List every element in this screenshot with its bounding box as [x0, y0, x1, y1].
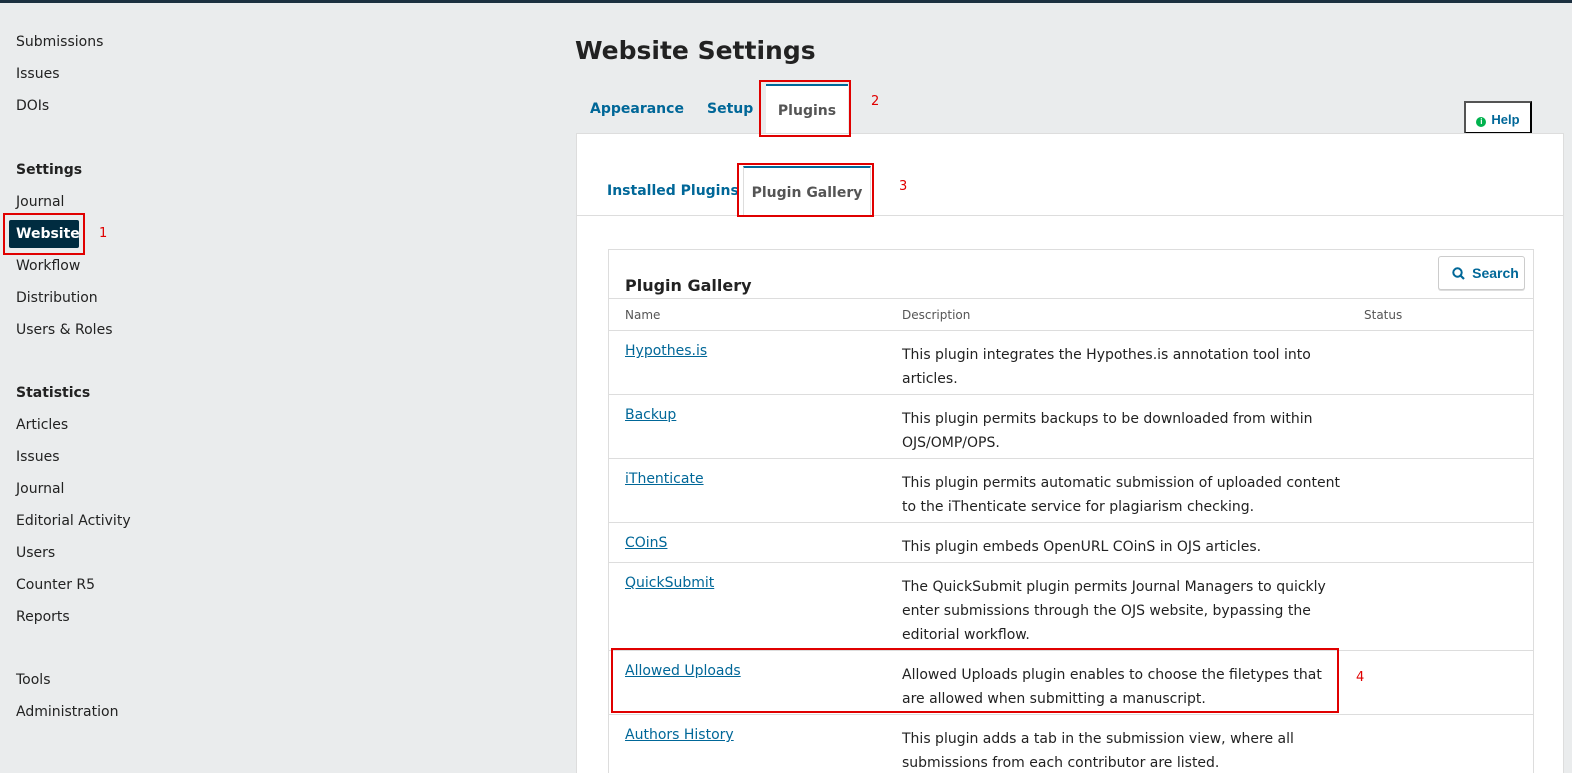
plugin-link[interactable]: iThenticate: [625, 471, 704, 487]
annotation-label-3: 3: [899, 179, 908, 194]
column-description: Description: [902, 308, 971, 322]
annotation-box-1: [3, 213, 85, 255]
sidebar-heading-statistics: Statistics: [16, 385, 91, 401]
plugin-description: This plugin embeds OpenURL COinS in OJS …: [902, 539, 1262, 555]
annotation-box-3: [737, 163, 874, 217]
sidebar-item-workflow[interactable]: Workflow: [16, 256, 80, 276]
sidebar-heading-settings: Settings: [16, 162, 83, 178]
plugin-link[interactable]: COinS: [625, 535, 667, 551]
sidebar-item-counter-r5[interactable]: Counter R5: [16, 575, 95, 595]
gallery-title: Plugin Gallery: [625, 276, 752, 295]
sidebar-item-issues[interactable]: Issues: [16, 64, 60, 84]
sidebar-item-submissions[interactable]: Submissions: [16, 32, 103, 52]
plugin-description: The QuickSubmit plugin permits Journal M…: [902, 579, 1326, 643]
search-icon: [1452, 267, 1465, 280]
sidebar-item-stats-journal[interactable]: Journal: [16, 479, 64, 499]
table-row: Authors History This plugin adds a tab i…: [609, 715, 1533, 773]
sidebar-item-users[interactable]: Users: [16, 543, 55, 563]
annotation-label-4: 4: [1356, 670, 1365, 685]
sidebar-item-tools[interactable]: Tools: [16, 670, 51, 690]
sidebar-item-editorial-activity[interactable]: Editorial Activity: [16, 511, 131, 531]
table-row: iThenticate This plugin permits automati…: [609, 459, 1533, 523]
plugin-link[interactable]: Backup: [625, 407, 676, 423]
sidebar-item-users-roles[interactable]: Users & Roles: [16, 320, 112, 340]
sidebar-item-administration[interactable]: Administration: [16, 702, 118, 722]
plugin-link[interactable]: Authors History: [625, 727, 734, 743]
annotation-label-1: 1: [99, 226, 108, 241]
sidebar-item-dois[interactable]: DOIs: [16, 96, 49, 116]
table-header: Name Description Status: [609, 298, 1533, 331]
plugin-description: This plugin integrates the Hypothes.is a…: [902, 347, 1311, 387]
annotation-label-2: 2: [871, 94, 880, 109]
sidebar-item-articles[interactable]: Articles: [16, 415, 68, 435]
table-row: Backup This plugin permits backups to be…: [609, 395, 1533, 459]
help-button[interactable]: i Help: [1464, 101, 1532, 134]
table-row: QuickSubmit The QuickSubmit plugin permi…: [609, 563, 1533, 651]
plugin-description: This plugin adds a tab in the submission…: [902, 731, 1294, 771]
plugin-description: This plugin permits backups to be downlo…: [902, 411, 1313, 451]
search-label: Search: [1472, 265, 1519, 281]
sidebar: Submissions Issues DOIs Settings Journal…: [0, 0, 560, 773]
sidebar-item-stats-issues[interactable]: Issues: [16, 447, 60, 467]
column-name: Name: [625, 308, 661, 322]
sidebar-item-journal[interactable]: Journal: [16, 192, 64, 212]
sidebar-item-distribution[interactable]: Distribution: [16, 288, 98, 308]
plugin-link[interactable]: QuickSubmit: [625, 575, 714, 591]
table-row: COinS This plugin embeds OpenURL COinS i…: [609, 523, 1533, 563]
search-button[interactable]: Search: [1438, 256, 1525, 290]
sidebar-item-reports[interactable]: Reports: [16, 607, 70, 627]
tab-installed-plugins[interactable]: Installed Plugins: [607, 166, 739, 216]
annotation-box-2: [759, 80, 851, 137]
info-icon: i: [1476, 117, 1487, 127]
plugin-description: This plugin permits automatic submission…: [902, 475, 1340, 515]
tab-appearance[interactable]: Appearance: [590, 84, 684, 134]
help-label: Help: [1491, 112, 1520, 127]
plugin-link[interactable]: Hypothes.is: [625, 343, 707, 359]
plugin-subtabs: Installed Plugins Plugin Gallery: [577, 134, 1563, 217]
table-row: Hypothes.is This plugin integrates the H…: [609, 331, 1533, 395]
page-title: Website Settings: [575, 36, 816, 65]
annotation-box-4: [611, 648, 1339, 713]
tab-setup[interactable]: Setup: [707, 84, 753, 134]
column-status: Status: [1364, 308, 1403, 322]
